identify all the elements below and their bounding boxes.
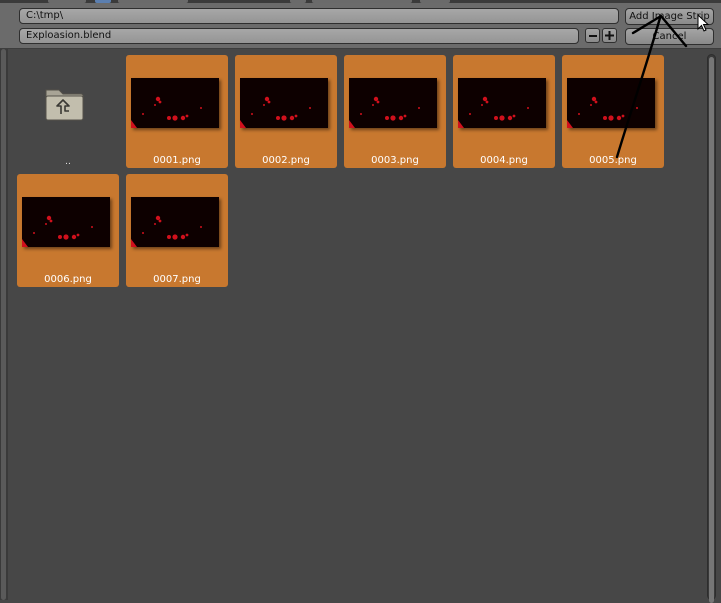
directory-path-field[interactable]: C:\tmp\: [19, 8, 619, 24]
file-browser-header: C:\tmp\ Add Image Strip Exploasion.blend…: [0, 3, 721, 49]
file-name-label: 0001.png: [153, 155, 201, 166]
file-tile[interactable]: 0007.png: [126, 174, 228, 287]
file-thumbnail: [22, 197, 110, 247]
file-tile[interactable]: 0002.png: [235, 55, 337, 168]
file-name-label: 0004.png: [480, 155, 528, 166]
file-thumbnail: [131, 78, 219, 128]
file-name-label: 0003.png: [371, 155, 419, 166]
cancel-button[interactable]: Cancel: [625, 28, 714, 45]
parent-directory-label[interactable]: ..: [18, 157, 118, 167]
plus-icon: [605, 31, 614, 40]
decrement-button[interactable]: [585, 28, 600, 43]
file-tile[interactable]: 0001.png: [126, 55, 228, 168]
file-tile[interactable]: 0006.png: [17, 174, 119, 287]
scrollbar-thumb[interactable]: [709, 57, 714, 603]
file-tile[interactable]: 0004.png: [453, 55, 555, 168]
file-tile[interactable]: 0003.png: [344, 55, 446, 168]
add-image-strip-button[interactable]: Add Image Strip: [625, 8, 714, 25]
folder-up-icon[interactable]: [44, 86, 84, 122]
file-tile[interactable]: 0005.png: [562, 55, 664, 168]
file-thumbnail: [131, 197, 219, 247]
file-thumbnail: [458, 78, 546, 128]
left-region-thumb[interactable]: [1, 49, 6, 600]
filename-field[interactable]: Exploasion.blend: [19, 28, 579, 44]
file-thumbnail: [349, 78, 437, 128]
left-region-edge: [0, 49, 8, 600]
file-thumbnail: [240, 78, 328, 128]
file-name-label: 0007.png: [153, 274, 201, 285]
minus-icon: [588, 34, 597, 37]
increment-button[interactable]: [602, 28, 617, 43]
file-name-label: 0005.png: [589, 155, 637, 166]
file-name-label: 0002.png: [262, 155, 310, 166]
vertical-scrollbar[interactable]: [707, 54, 716, 603]
file-thumbnail: [567, 78, 655, 128]
file-name-label: 0006.png: [44, 274, 92, 285]
